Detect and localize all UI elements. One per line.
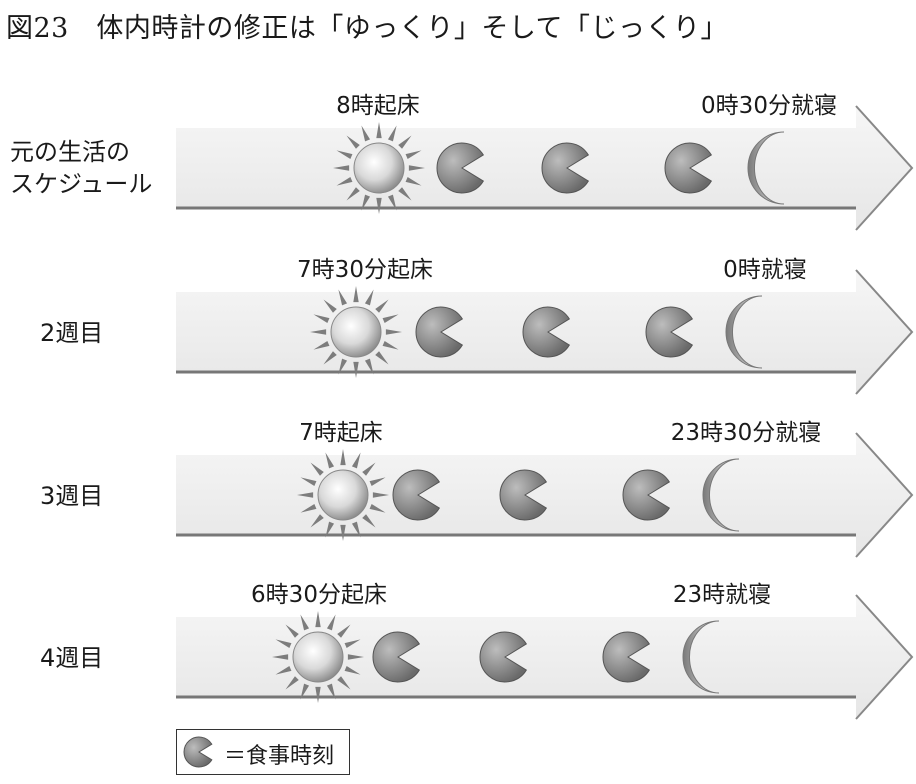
schedule-diagram: 元の生活のスケジュール 8時起床 0時30分就寝 2週目 7時30分起床 0時就寝 3週目 7… [10,93,914,768]
schedule-row: 2週目 7時30分起床 0時就寝 [40,257,914,395]
sleep-time-label: 0時就寝 [723,257,807,283]
row-label: 2週目 [40,319,103,347]
wake-time-label: 8時起床 [336,93,420,119]
sun-icon [333,122,425,214]
schedule-row: 元の生活のスケジュール 8時起床 0時30分就寝 [10,93,914,231]
sun-icon [297,449,389,541]
wake-time-label: 7時起床 [299,420,383,446]
wake-time-label: 7時30分起床 [297,257,433,283]
sleep-time-label: 23時就寝 [673,582,771,608]
sun-icon [272,611,364,703]
timeline-arrow [176,433,912,557]
row-label: 3週目 [40,482,103,510]
row-label: 元の生活のスケジュール [10,138,152,198]
sleep-time-label: 0時30分就寝 [701,93,837,119]
sleep-time-label: 23時30分就寝 [671,420,822,446]
schedule-row: 4週目 6時30分起床 23時就寝 [40,582,914,720]
row-label: 4週目 [40,644,103,672]
wake-time-label: 6時30分起床 [251,582,387,608]
sun-icon [310,286,402,378]
legend-text: ＝食事時刻 [224,744,335,769]
schedule-row: 3週目 7時起床 23時30分就寝 [40,420,914,558]
